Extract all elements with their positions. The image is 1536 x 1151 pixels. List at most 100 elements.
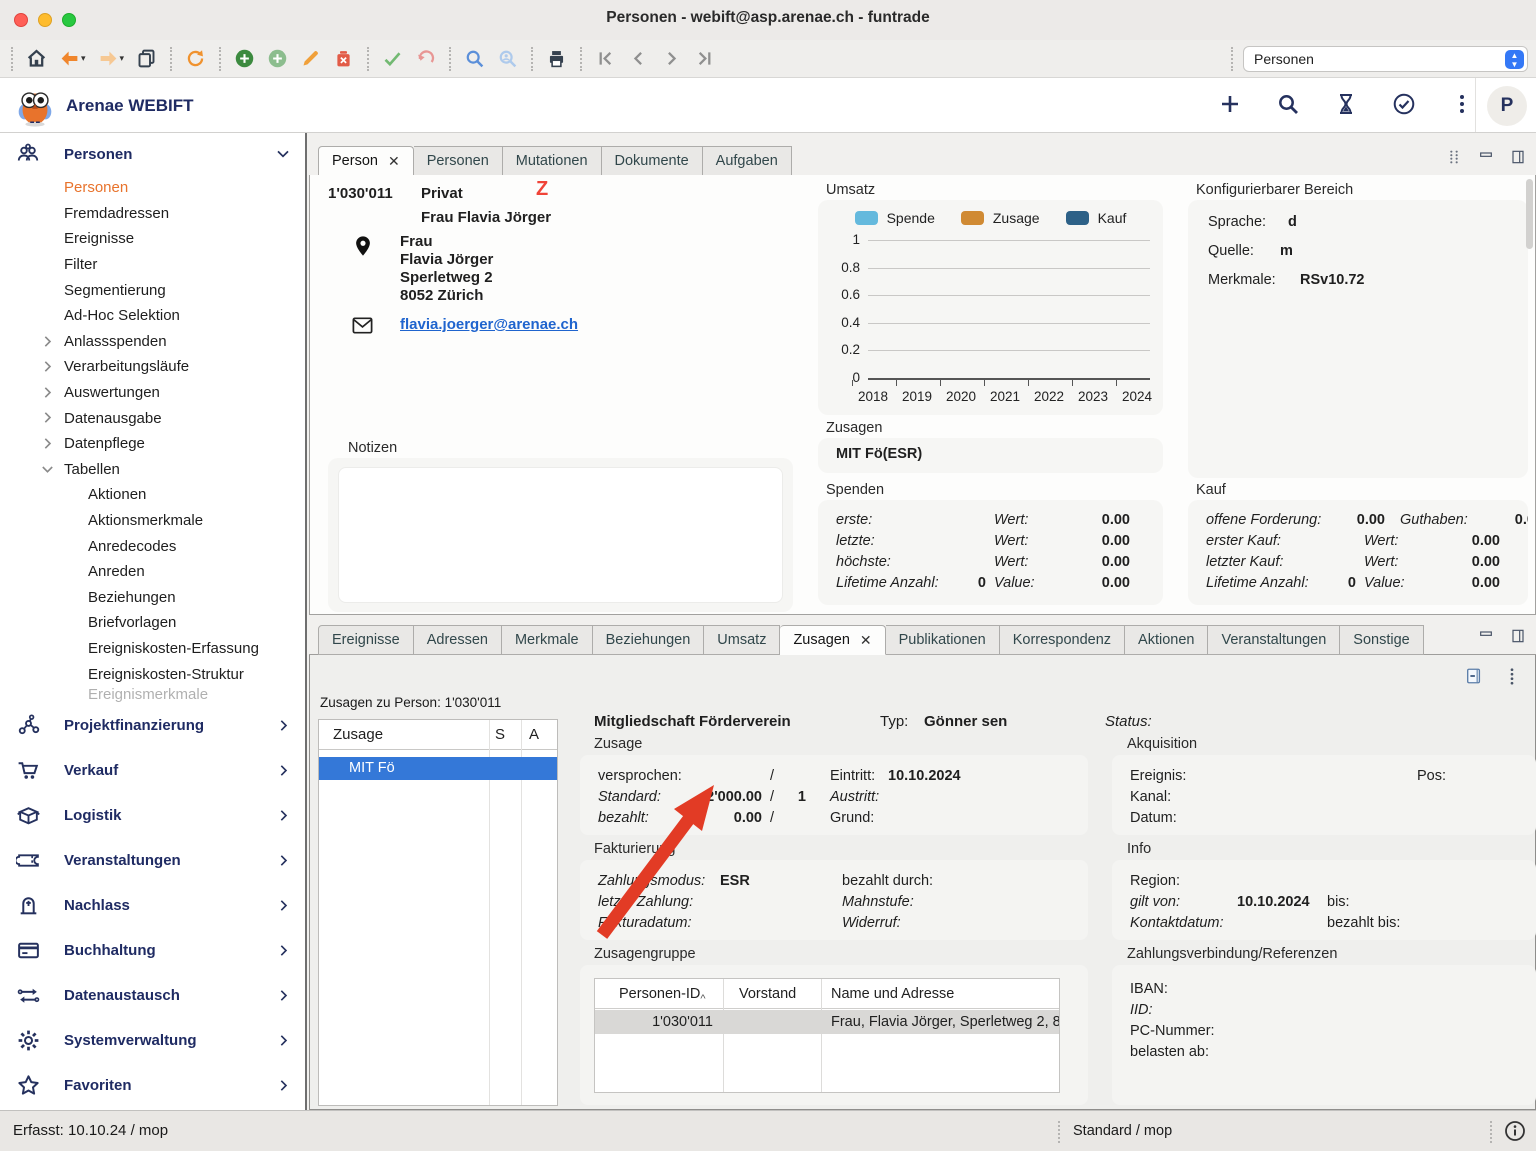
kebab-icon[interactable]	[1503, 667, 1521, 685]
back-icon[interactable]: ▾	[53, 46, 92, 71]
sidebar-item-anlassspenden[interactable]: Anlassspenden	[0, 329, 305, 355]
tab-person[interactable]: Person✕	[318, 146, 414, 176]
detail-tab-korrespondenz[interactable]: Korrespondenz	[1000, 625, 1125, 655]
forward-icon[interactable]: ▾	[92, 46, 131, 71]
column-header[interactable]: A	[529, 726, 539, 743]
add-icon[interactable]	[228, 46, 261, 71]
sidebar-section-label: Verkauf	[64, 762, 276, 779]
column-header[interactable]: Zusage	[333, 726, 383, 743]
sidebar-item-briefvorlagen[interactable]: Briefvorlagen	[0, 610, 305, 636]
detail-tab-umsatz[interactable]: Umsatz	[704, 625, 780, 655]
sidebar-item-verarbeitungsl-ufe[interactable]: Verarbeitungsläufe	[0, 354, 305, 380]
minimize-panel-icon[interactable]	[1478, 628, 1494, 649]
detail-tab-sonstige[interactable]: Sonstige	[1340, 625, 1423, 655]
sidebar-section-datenaustausch[interactable]: Datenaustausch	[0, 973, 305, 1018]
detail-tab-merkmale[interactable]: Merkmale	[502, 625, 593, 655]
plus-icon[interactable]	[1218, 92, 1242, 119]
check-circle-icon[interactable]	[1392, 92, 1416, 119]
detail-tab-ereignisse[interactable]: Ereignisse	[318, 625, 414, 655]
search-icon[interactable]	[458, 46, 491, 71]
sidebar-item-ad-hoc-selektion[interactable]: Ad-Hoc Selektion	[0, 303, 305, 329]
email-link[interactable]: flavia.joerger@arenae.ch	[400, 316, 578, 333]
kebab-icon[interactable]	[1450, 92, 1474, 119]
sidebar-item-beziehungen[interactable]: Beziehungen	[0, 585, 305, 611]
minimize-panel-icon[interactable]	[1478, 149, 1494, 170]
close-tab-icon[interactable]: ✕	[388, 153, 400, 170]
refresh-icon[interactable]	[179, 46, 212, 71]
search-advanced-icon[interactable]	[491, 46, 524, 71]
sidebar-item-tabellen[interactable]: Tabellen	[0, 457, 305, 483]
sidebar-section-personen[interactable]: Personen	[0, 133, 305, 175]
column-header[interactable]: Name und Adresse	[831, 986, 954, 1002]
dots-grid-icon[interactable]	[1446, 149, 1462, 170]
detail-tab-publikationen[interactable]: Publikationen	[886, 625, 1000, 655]
sidebar-item-ereigniskosten-erfassung[interactable]: Ereigniskosten-Erfassung	[0, 636, 305, 662]
column-header[interactable]: Vorstand	[739, 986, 796, 1002]
avatar[interactable]: P	[1487, 86, 1527, 126]
field-label: Zahlungsmodus:	[598, 873, 705, 889]
sidebar-item-anredecodes[interactable]: Anredecodes	[0, 533, 305, 559]
vertical-scrollbar[interactable]	[1526, 179, 1533, 609]
nav-next-icon[interactable]	[655, 46, 688, 71]
nav-last-icon[interactable]	[688, 46, 721, 71]
confirm-icon[interactable]	[376, 46, 409, 71]
sidebar-section-favoriten[interactable]: Favoriten	[0, 1063, 305, 1108]
print-icon[interactable]	[540, 46, 573, 71]
sidebar-item-personen[interactable]: Personen	[0, 175, 305, 201]
search-icon[interactable]	[1276, 92, 1300, 119]
sidebar-section-verkauf[interactable]: Verkauf	[0, 748, 305, 793]
chevron-right-icon	[276, 1078, 291, 1093]
edit-icon[interactable]	[294, 46, 327, 71]
add-secondary-icon[interactable]	[261, 46, 294, 71]
detail-tab-beziehungen[interactable]: Beziehungen	[593, 625, 705, 655]
tab-dokumente[interactable]: Dokumente	[602, 146, 703, 176]
sidebar-section-buchhaltung[interactable]: Buchhaltung	[0, 928, 305, 973]
detail-tab-adressen[interactable]: Adressen	[414, 625, 502, 655]
tab-personen[interactable]: Personen	[414, 146, 503, 176]
maximize-panel-icon[interactable]	[1510, 149, 1526, 170]
zusagen-card[interactable]: MIT Fö(ESR)	[818, 438, 1163, 473]
info-icon[interactable]	[1504, 1120, 1526, 1142]
sidebar-section-veranstaltungen[interactable]: Veranstaltungen	[0, 838, 305, 883]
delete-icon[interactable]	[327, 46, 360, 71]
sidebar-item-filter[interactable]: Filter	[0, 252, 305, 278]
close-tab-icon[interactable]: ✕	[860, 632, 872, 649]
collapse-panel-icon[interactable]	[1465, 667, 1483, 685]
hourglass-icon[interactable]	[1334, 92, 1358, 119]
table-row[interactable]: 1'030'011 Frau, Flavia Jörger, Sperletwe…	[595, 1010, 1059, 1034]
home-icon[interactable]	[20, 46, 53, 71]
column-header[interactable]: S	[495, 726, 517, 743]
sidebar-item-datenpflege[interactable]: Datenpflege	[0, 431, 305, 457]
nav-prev-icon[interactable]	[622, 46, 655, 71]
sidebar-item-ereignismerkmale[interactable]: Ereignismerkmale	[0, 687, 305, 703]
sidebar-item-auswertungen[interactable]: Auswertungen	[0, 380, 305, 406]
notes-textarea[interactable]	[338, 467, 783, 603]
detail-tab-aktionen[interactable]: Aktionen	[1125, 625, 1208, 655]
sidebar-item-aktionsmerkmale[interactable]: Aktionsmerkmale	[0, 508, 305, 534]
sidebar-item-fremdadressen[interactable]: Fremdadressen	[0, 201, 305, 227]
sidebar-item-aktionen[interactable]: Aktionen	[0, 482, 305, 508]
tab-mutationen[interactable]: Mutationen	[503, 146, 602, 176]
sidebar-item-anreden[interactable]: Anreden	[0, 559, 305, 585]
detail-tab-zusagen[interactable]: Zusagen✕	[780, 625, 885, 655]
address-line: Flavia Jörger	[400, 251, 493, 269]
sidebar-item-ereignisse[interactable]: Ereignisse	[0, 226, 305, 252]
zusage-box-label: Zusage	[594, 736, 642, 752]
tab-aufgaben[interactable]: Aufgaben	[703, 146, 792, 176]
sidebar-section-projektfinanzierung[interactable]: Projektfinanzierung	[0, 703, 305, 748]
copy-icon[interactable]	[130, 46, 163, 71]
detail-tab-veranstaltungen[interactable]: Veranstaltungen	[1208, 625, 1340, 655]
sidebar-section-logistik[interactable]: Logistik	[0, 793, 305, 838]
sidebar-section-systemverwaltung[interactable]: Systemverwaltung	[0, 1018, 305, 1063]
context-select[interactable]: Personen ▲▼	[1243, 46, 1528, 72]
location-pin-icon	[352, 235, 374, 257]
zusagen-list-row[interactable]: MIT Fö	[319, 757, 557, 780]
sidebar-section-nachlass[interactable]: Nachlass	[0, 883, 305, 928]
nav-first-icon[interactable]	[589, 46, 622, 71]
sidebar-item-datenausgabe[interactable]: Datenausgabe	[0, 405, 305, 431]
undo-icon[interactable]	[409, 46, 442, 71]
column-header[interactable]: Personen-ID ^	[619, 986, 700, 1002]
maximize-panel-icon[interactable]	[1510, 628, 1526, 649]
sidebar-item-segmentierung[interactable]: Segmentierung	[0, 277, 305, 303]
sidebar-item-ereigniskosten-struktur[interactable]: Ereigniskosten-Struktur	[0, 661, 305, 687]
